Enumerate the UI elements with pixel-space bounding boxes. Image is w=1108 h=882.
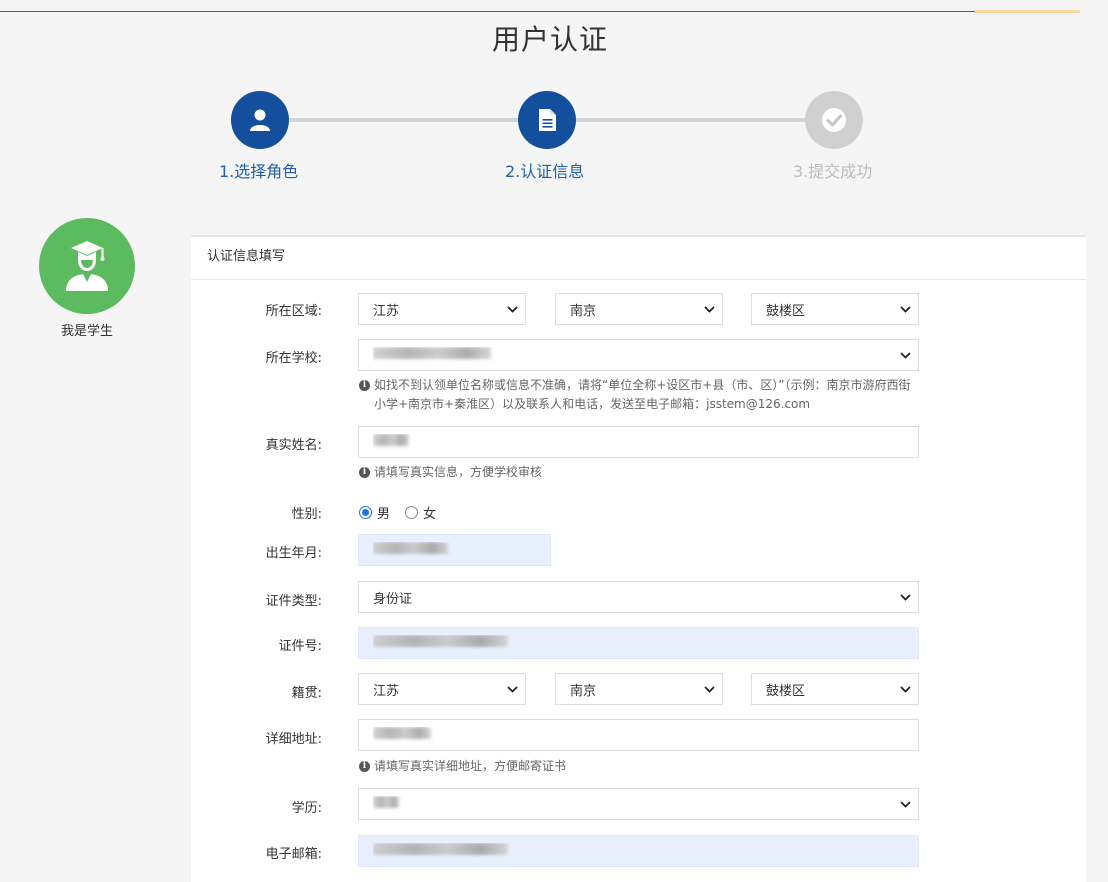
region-district-select[interactable]: 鼓楼区 (751, 293, 919, 325)
native-province-select[interactable]: 江苏 (358, 673, 526, 705)
school-hint: i 如找不到认领单位名称或信息不准确，请将“单位全称+设区市+县（市、区）”（示… (359, 376, 919, 414)
email-input[interactable] (358, 835, 919, 867)
education-select[interactable] (358, 788, 919, 820)
role-avatar (39, 218, 135, 314)
chevron-down-icon (892, 800, 918, 808)
real-name-value (373, 434, 918, 450)
school-hint-text: 如找不到认领单位名称或信息不准确，请将“单位全称+设区市+县（市、区）”（示例：… (374, 378, 911, 411)
gender-male-radio[interactable] (359, 506, 372, 519)
gender-female-option[interactable]: 女 (405, 503, 436, 522)
redacted-id-number (373, 635, 508, 647)
region-label: 所在区域: (265, 304, 322, 319)
real-name-hint: i 请填写真实信息，方便学校审核 (359, 463, 542, 482)
birth-input[interactable] (358, 534, 551, 566)
region-province-value: 江苏 (373, 303, 400, 319)
native-province-value: 江苏 (373, 683, 400, 699)
education-label: 学历: (291, 801, 322, 816)
address-label: 详细地址: (265, 732, 322, 747)
real-name-hint-text: 请填写真实信息，方便学校审核 (374, 465, 543, 479)
email-label: 电子邮箱: (265, 847, 322, 862)
id-type-value: 身份证 (373, 591, 413, 607)
info-icon: i (359, 380, 370, 391)
top-border-line (0, 11, 1080, 12)
chevron-down-icon (696, 685, 722, 693)
step-1-label: 1.选择角色 (219, 162, 299, 181)
chevron-down-icon (696, 305, 722, 313)
user-icon (250, 109, 270, 131)
region-city-value: 南京 (570, 303, 597, 319)
address-hint-text: 请填写真实详细地址，方便邮寄证书 (374, 759, 567, 773)
redacted-address (373, 727, 431, 739)
native-district-select[interactable]: 鼓楼区 (751, 673, 919, 705)
region-province-select[interactable]: 江苏 (358, 293, 526, 325)
school-label: 所在学校: (265, 351, 322, 366)
native-city-value: 南京 (570, 683, 597, 699)
address-hint: i 请填写真实详细地址，方便邮寄证书 (359, 757, 566, 776)
step-3-label: 3.提交成功 (793, 162, 873, 181)
redacted-school (373, 347, 491, 359)
redacted-birth (373, 542, 448, 554)
info-icon: i (359, 761, 370, 772)
document-icon (539, 109, 556, 131)
chevron-down-icon (892, 685, 918, 693)
redacted-email (373, 843, 508, 855)
check-icon (822, 108, 846, 132)
id-type-select[interactable]: 身份证 (358, 581, 919, 613)
email-value (373, 843, 918, 859)
chevron-down-icon (499, 685, 525, 693)
redacted-education (373, 796, 399, 808)
step-3-circle (805, 91, 863, 149)
region-district-value: 鼓楼区 (766, 303, 806, 319)
graduate-icon (66, 241, 108, 291)
region-city-select[interactable]: 南京 (555, 293, 723, 325)
id-number-label: 证件号: (278, 639, 322, 654)
native-city-select[interactable]: 南京 (555, 673, 723, 705)
chevron-down-icon (892, 593, 918, 601)
chevron-down-icon (892, 305, 918, 313)
real-name-input[interactable] (358, 426, 919, 458)
chevron-down-icon (892, 351, 918, 359)
address-value (373, 727, 918, 743)
school-value (373, 347, 892, 363)
gender-male-label: 男 (377, 507, 391, 522)
education-value (373, 796, 892, 812)
chevron-down-icon (499, 305, 525, 313)
gender-male-option[interactable]: 男 (359, 503, 390, 522)
id-number-value (373, 635, 918, 651)
step-connector-1 (288, 118, 519, 122)
real-name-label: 真实姓名: (265, 438, 322, 453)
step-connector-2 (575, 118, 806, 122)
gender-female-radio[interactable] (405, 506, 419, 519)
native-place-label: 籍贯: (291, 686, 322, 701)
redacted-name (373, 434, 409, 446)
info-icon: i (359, 467, 370, 478)
address-input[interactable] (358, 719, 919, 751)
birth-value (373, 542, 550, 558)
id-number-input[interactable] (358, 627, 919, 659)
top-border-accent (975, 10, 1080, 13)
step-2-label: 2.认证信息 (505, 162, 585, 181)
form-panel: 认证信息填写 (191, 235, 1086, 882)
birth-label: 出生年月: (265, 546, 322, 561)
step-2-circle (518, 91, 576, 149)
role-label: 我是学生 (60, 324, 113, 339)
gender-female-label: 女 (423, 507, 437, 522)
step-1-circle (231, 91, 289, 149)
panel-title: 认证信息填写 (191, 237, 1086, 280)
school-select[interactable] (358, 339, 919, 371)
gender-label: 性别: (291, 507, 322, 522)
id-type-label: 证件类型: (265, 594, 322, 609)
native-district-value: 鼓楼区 (766, 683, 806, 699)
page-title: 用户认证 (491, 23, 608, 56)
gender-radio-group: 男 女 (359, 503, 451, 522)
